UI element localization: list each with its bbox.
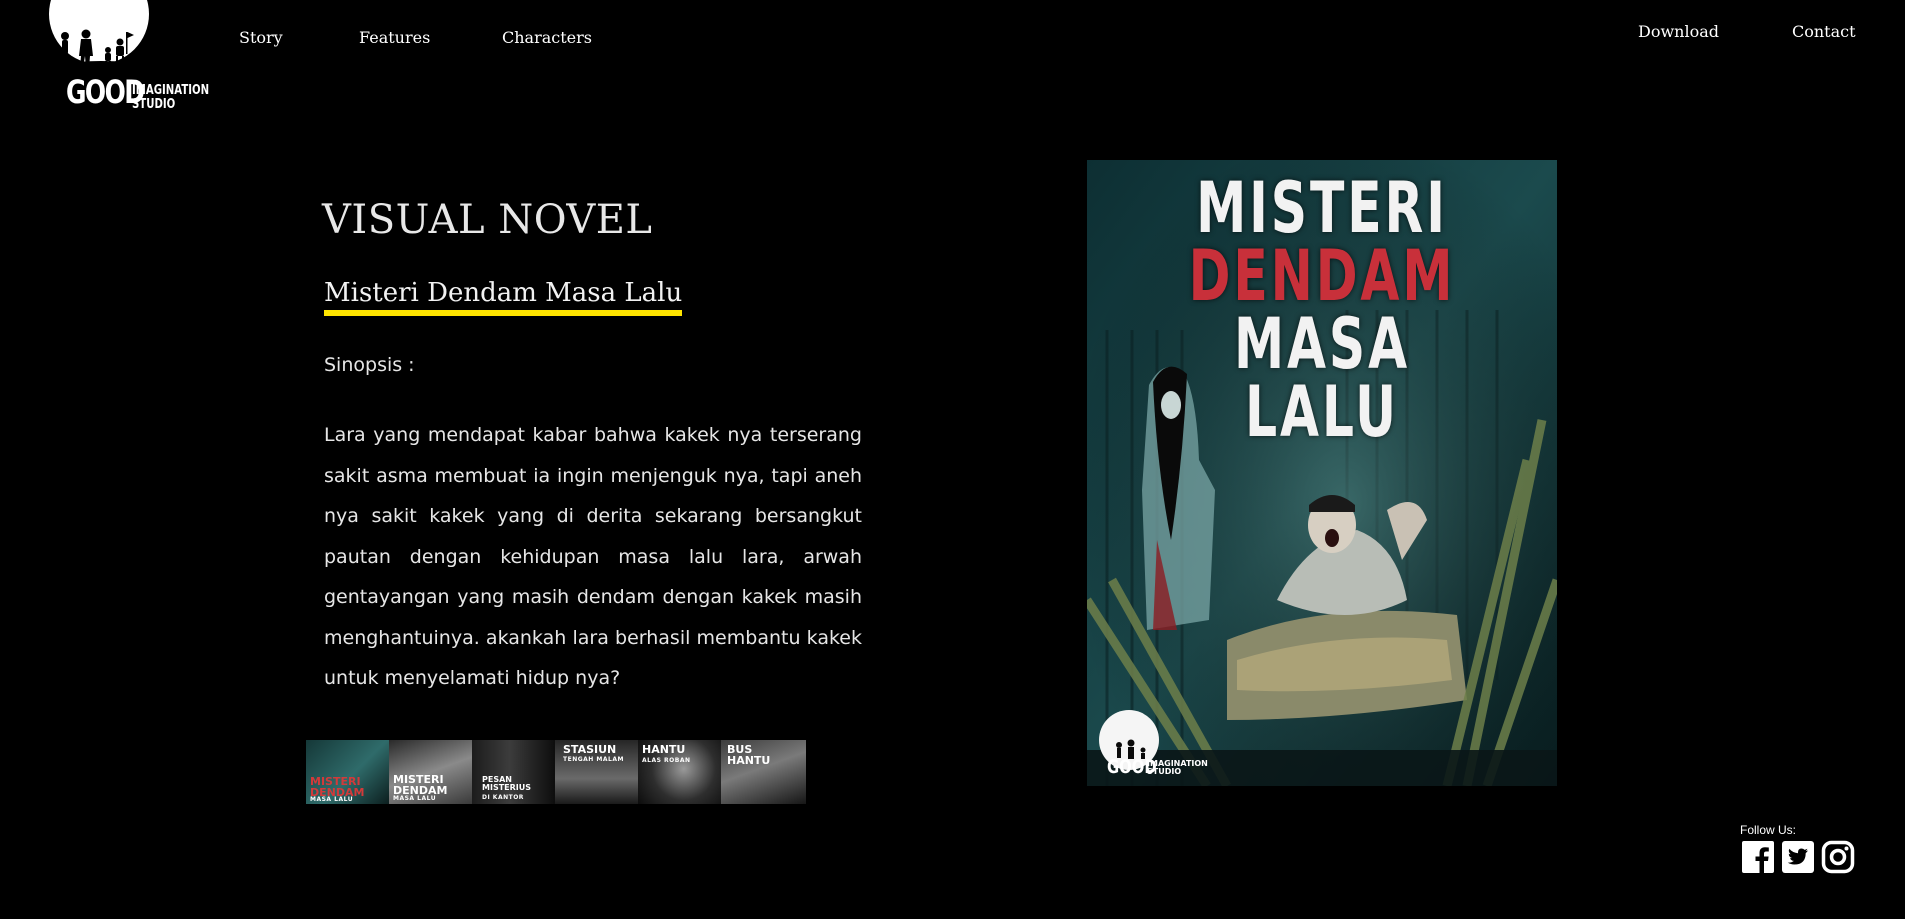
thumbnail-strip: MISTERI DENDAM MASA LALU MISTERI DENDAM … <box>306 740 806 804</box>
poster-title: MISTERI DENDAM MASA LALU <box>1153 167 1491 453</box>
twitter-icon[interactable] <box>1781 840 1815 874</box>
thumbnail-label: MISTERI DENDAM <box>393 773 448 797</box>
logo-sub-1: IMAGINATION <box>132 83 210 98</box>
thumbnail-4[interactable]: STASIUN TENGAH MALAM <box>555 740 638 804</box>
nav-story[interactable]: Story <box>239 28 283 47</box>
thumbnail-label: MISTERI DENDAM <box>310 775 365 799</box>
thumbnail-label: PESAN MISTERIUS <box>482 775 532 792</box>
poster-line-1: MISTERI <box>1196 167 1448 249</box>
poster-line-2: DENDAM <box>1188 235 1456 317</box>
studio-logo[interactable]: GOOD IMAGINATION STUDIO <box>44 0 214 120</box>
nav-features[interactable]: Features <box>359 28 430 47</box>
thumbnail-3[interactable]: PESAN MISTERIUS DI KANTOR <box>472 740 555 804</box>
logo-subtitle: IMAGINATION STUDIO <box>132 84 209 112</box>
thumbnail-1[interactable]: MISTERI DENDAM MASA LALU <box>306 740 389 804</box>
nav-characters[interactable]: Characters <box>502 28 592 47</box>
thumbnail-label: HANTU <box>642 743 686 756</box>
synopsis-text: Lara yang mendapat kabar bahwa kakek nya… <box>324 424 862 689</box>
thumbnail-sub: TENGAH MALAM <box>563 756 624 763</box>
page: GOOD IMAGINATION STUDIO Story Features C… <box>0 0 1905 919</box>
nav-download[interactable]: Download <box>1638 22 1719 41</box>
logo-sub-2: STUDIO <box>132 97 176 112</box>
facebook-icon[interactable] <box>1741 840 1775 874</box>
thumbnail-2[interactable]: MISTERI DENDAM MASA LALU <box>389 740 472 804</box>
novel-title: Misteri Dendam Masa Lalu <box>324 278 683 316</box>
thumbnail-5[interactable]: HANTU ALAS ROBAN <box>638 740 721 804</box>
logo-silhouette-icon <box>56 29 146 68</box>
thumbnail-sub: MASA LALU <box>310 796 354 803</box>
thumbnail-label: BUS HANTU <box>727 743 771 767</box>
cover-poster: MISTERI DENDAM MASA LALU GOOD IMAGINATIO… <box>1087 160 1557 786</box>
thumbnail-sub: DI KANTOR <box>482 794 524 801</box>
thumbnail-label: STASIUN <box>563 743 617 756</box>
poster-logo-sub-2: STUDIO <box>1147 767 1182 776</box>
thumbnail-sub: MASA LALU <box>393 795 437 802</box>
poster-line-3: MASA LALU <box>1234 303 1410 453</box>
follow-us-label: Follow Us: <box>1740 823 1797 837</box>
thumbnail-sub: ALAS ROBAN <box>642 757 691 764</box>
poster-logo-subtitle: IMAGINATION STUDIO <box>1147 760 1208 776</box>
thumbnail-6[interactable]: BUS HANTU <box>721 740 806 804</box>
section-kicker: VISUAL NOVEL <box>322 197 653 243</box>
nav-contact[interactable]: Contact <box>1792 22 1856 41</box>
instagram-icon[interactable] <box>1821 840 1855 874</box>
synopsis-label: Sinopsis : <box>324 354 415 376</box>
